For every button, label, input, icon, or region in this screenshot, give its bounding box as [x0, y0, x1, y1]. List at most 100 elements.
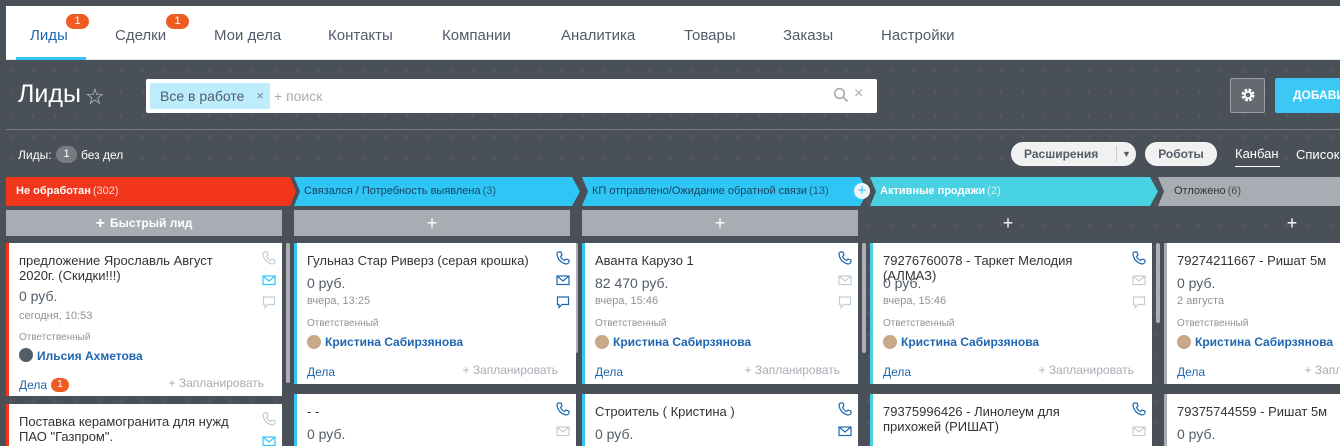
responsible-name[interactable]: Кристина Сабирзянова — [325, 335, 463, 349]
column-scrollbar[interactable] — [286, 243, 290, 383]
tab-settings[interactable]: Настройки — [881, 27, 955, 44]
responsible-name[interactable]: Кристина Сабирзянова — [613, 335, 751, 349]
card-sum: 0 руб. — [307, 275, 346, 291]
view-kanban-tab[interactable]: Канбан — [1235, 146, 1279, 161]
filter-search-bar[interactable]: Все в работе × × — [146, 79, 877, 113]
responsible-name[interactable]: Ильсия Ахметова — [37, 349, 143, 363]
add-card-button[interactable]: + — [1164, 210, 1340, 236]
card-title[interactable]: 79375996426 - Линолеум для прихожей (РИШ… — [883, 404, 1115, 434]
chevron-down-icon[interactable]: ▼ — [1122, 143, 1131, 165]
filter-chip-label: Все в работе — [160, 88, 245, 104]
lead-card[interactable]: 79375744559 - Ришат 5м 0 руб. — [1164, 394, 1340, 446]
email-icon[interactable] — [838, 424, 852, 438]
lead-card[interactable]: Строитель ( Кристина ) 0 руб. — [582, 394, 858, 446]
email-icon[interactable] — [556, 424, 570, 438]
column-scrollbar[interactable] — [1156, 243, 1160, 323]
plan-task-link[interactable]: + Запланировать — [744, 363, 840, 377]
email-icon[interactable] — [838, 273, 852, 287]
column-scrollbar[interactable] — [574, 243, 578, 353]
plan-task-link[interactable]: + Запланировать — [1304, 363, 1340, 377]
responsible-label: Ответственный — [19, 332, 91, 343]
tab-contacts[interactable]: Контакты — [328, 27, 393, 44]
lead-card[interactable]: 79276760078 - Таркет Мелодия (АЛМАЗ) 0 р… — [870, 243, 1152, 384]
card-title[interactable]: 79375744559 - Ришат 5м — [1177, 404, 1340, 419]
card-title[interactable]: Аванта Карузо 1 — [595, 253, 827, 268]
card-title[interactable]: Строитель ( Кристина ) — [595, 404, 827, 419]
lead-card[interactable]: - - 0 руб. — [294, 394, 576, 446]
counter-label: Лиды: — [18, 148, 52, 162]
tab-analytics[interactable]: Аналитика — [561, 27, 635, 44]
kanban-column-contacted: Связался / Потребность выявлена (3) + Гул… — [294, 177, 576, 446]
star-icon[interactable]: ☆ — [85, 84, 105, 110]
column-scrollbar[interactable] — [862, 243, 866, 353]
filter-chip[interactable]: Все в работе × — [150, 83, 270, 109]
card-title[interactable]: - - — [307, 404, 539, 419]
tab-deals[interactable]: Сделки — [115, 27, 166, 44]
email-icon[interactable] — [262, 434, 276, 446]
add-card-button[interactable]: + — [870, 210, 1146, 236]
counter-badge[interactable]: 1 — [56, 146, 77, 163]
add-stage-icon[interactable]: + — [854, 183, 870, 199]
email-icon[interactable] — [1132, 424, 1146, 438]
phone-icon[interactable] — [838, 402, 852, 416]
tab-companies[interactable]: Компании — [442, 27, 511, 44]
tasks-link[interactable]: Дела — [883, 365, 911, 379]
chip-remove-icon[interactable]: × — [256, 83, 264, 109]
email-icon[interactable] — [556, 273, 570, 287]
card-title[interactable]: Поставка керамогранита для нужд ПАО "Газ… — [19, 414, 251, 444]
quick-lead-button[interactable]: + Быстрый лид — [6, 210, 282, 236]
lead-card[interactable]: Гульназ Стар Риверз (серая крошка) 0 руб… — [294, 243, 576, 384]
column-title: Связался / Потребность выявлена — [304, 185, 481, 197]
search-input[interactable] — [274, 84, 814, 108]
column-count: (302) — [92, 185, 119, 197]
phone-icon[interactable] — [262, 412, 276, 426]
tasks-link[interactable]: Дела — [1177, 365, 1205, 379]
plan-task-link[interactable]: + Запланировать — [462, 363, 558, 377]
settings-button[interactable] — [1230, 78, 1265, 113]
lead-card[interactable]: Аванта Карузо 1 82 470 руб. вчера, 15:46… — [582, 243, 858, 384]
card-title[interactable]: Гульназ Стар Риверз (серая крошка) — [307, 253, 539, 268]
phone-icon[interactable] — [556, 402, 570, 416]
lead-card[interactable]: Поставка керамогранита для нужд ПАО "Газ… — [6, 404, 282, 446]
card-sum: 0 руб. — [1177, 426, 1216, 442]
extensions-button[interactable]: Расширения ▼ — [1011, 142, 1136, 166]
responsible-name[interactable]: Кристина Сабирзянова — [1195, 335, 1333, 349]
search-icon[interactable] — [833, 87, 849, 103]
tab-my-tasks[interactable]: Мои дела — [214, 27, 281, 44]
lead-card[interactable]: 79274211667 - Ришат 5м 0 руб. 2 августа … — [1164, 243, 1340, 384]
avatar — [595, 335, 609, 349]
add-card-button[interactable]: + — [294, 210, 570, 236]
tasks-link[interactable]: Дела — [307, 365, 335, 379]
chat-icon[interactable] — [262, 295, 276, 309]
robots-button[interactable]: Роботы — [1145, 142, 1217, 166]
responsible-label: Ответственный — [595, 318, 667, 329]
phone-icon[interactable] — [838, 251, 852, 265]
phone-icon[interactable] — [262, 251, 276, 265]
card-title[interactable]: 79274211667 - Ришат 5м — [1177, 253, 1340, 268]
phone-icon[interactable] — [556, 251, 570, 265]
lead-card[interactable]: 79375996426 - Линолеум для прихожей (РИШ… — [870, 394, 1152, 446]
tab-orders[interactable]: Заказы — [783, 27, 833, 44]
lead-card[interactable]: предложение Ярославль Август 2020г. (Ски… — [6, 243, 282, 396]
view-list-tab[interactable]: Список — [1296, 147, 1339, 162]
add-card-button[interactable]: + — [582, 210, 858, 236]
tasks-link[interactable]: Дела — [19, 378, 47, 392]
tab-products[interactable]: Товары — [684, 27, 736, 44]
clear-search-icon[interactable]: × — [854, 85, 863, 103]
email-icon[interactable] — [262, 273, 276, 287]
plan-task-link[interactable]: + Запланировать — [168, 376, 264, 390]
responsible-name[interactable]: Кристина Сабирзянова — [901, 335, 1039, 349]
card-title[interactable]: предложение Ярославль Август 2020г. (Ски… — [19, 253, 251, 283]
column-title: Отложено — [1174, 185, 1226, 197]
tasks-link[interactable]: Дела — [595, 365, 623, 379]
add-button[interactable]: ДОБАВИТЬ — [1275, 78, 1340, 113]
chat-icon[interactable] — [838, 295, 852, 309]
column-count: (13) — [809, 185, 829, 197]
plan-task-link[interactable]: + Запланировать — [1038, 363, 1134, 377]
phone-icon[interactable] — [1132, 251, 1146, 265]
tab-leads[interactable]: Лиды — [30, 27, 68, 44]
chat-icon[interactable] — [1132, 295, 1146, 309]
phone-icon[interactable] — [1132, 402, 1146, 416]
chat-icon[interactable] — [556, 295, 570, 309]
email-icon[interactable] — [1132, 273, 1146, 287]
